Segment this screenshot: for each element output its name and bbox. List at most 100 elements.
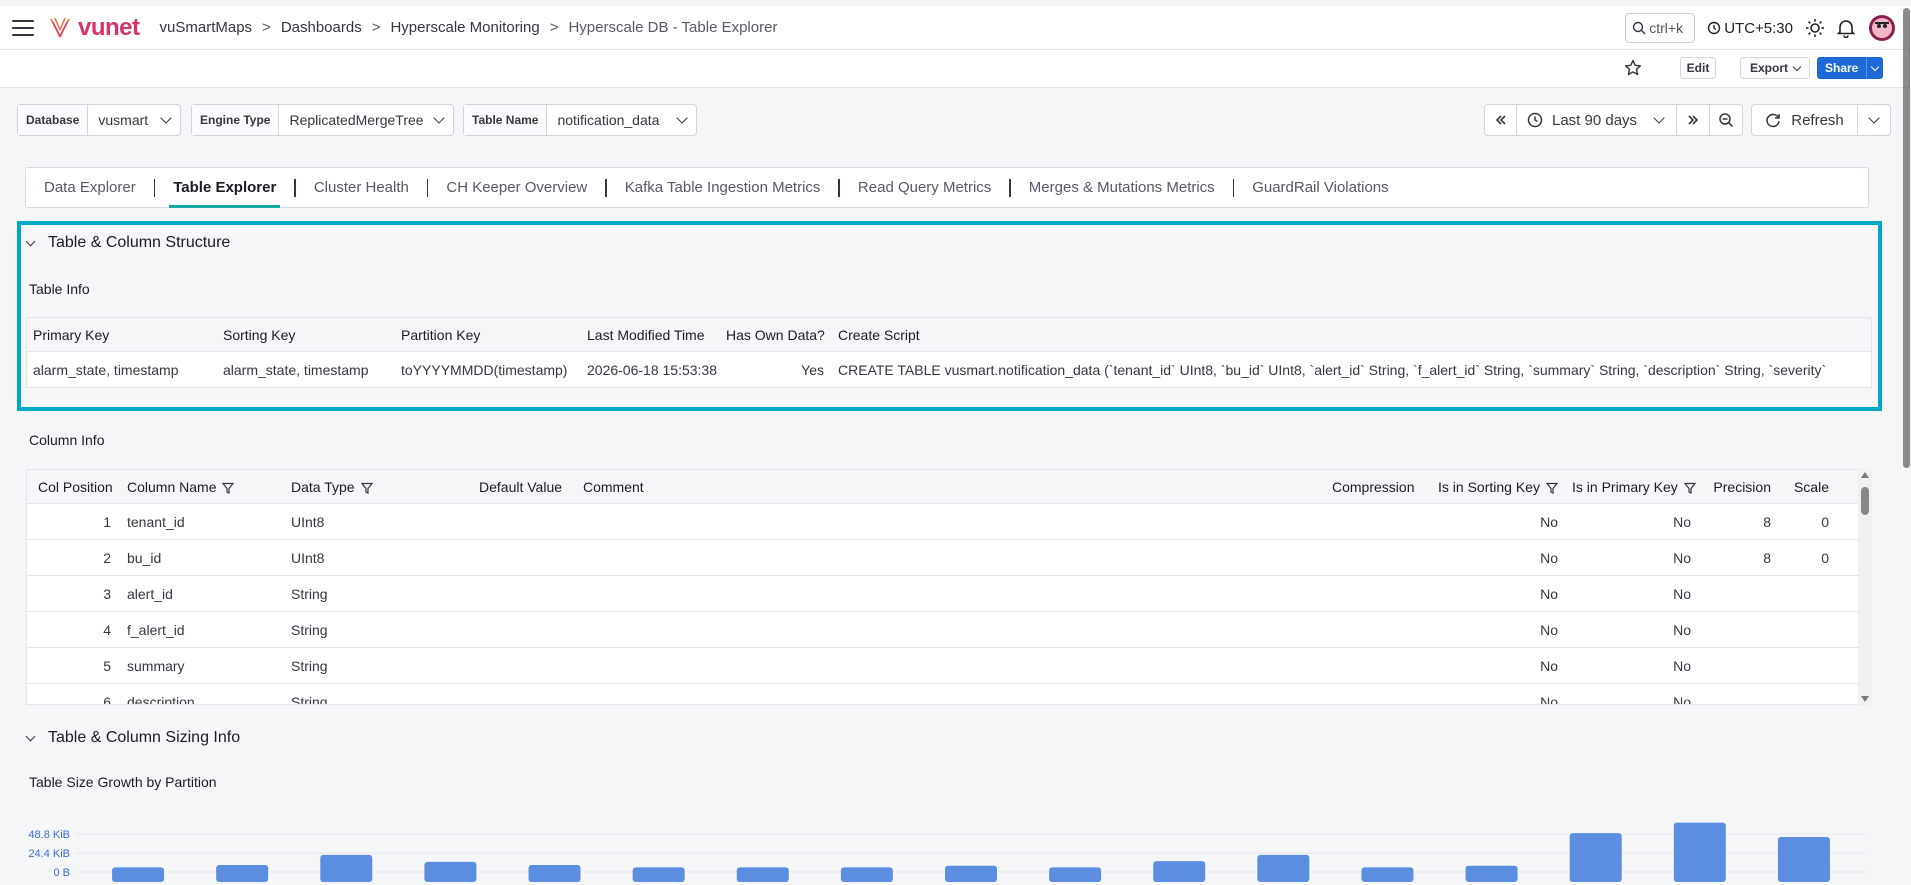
chart-bar[interactable] [1569, 833, 1622, 882]
table-cell: 0 [1821, 549, 1829, 566]
engine-type-filter[interactable]: Engine Type ReplicatedMergeTree [191, 104, 454, 136]
section-title: Table & Column Structure [48, 234, 231, 251]
table-cell: String [291, 621, 328, 638]
chart-bar[interactable] [1153, 861, 1206, 882]
chart-bar[interactable] [945, 865, 997, 882]
chart-bar[interactable] [216, 864, 269, 882]
table-cell: No [1673, 693, 1691, 705]
column-header[interactable]: Default Value [473, 479, 577, 495]
y-tick-label: 24.4 KiB [28, 848, 70, 860]
chart-bar[interactable] [1673, 822, 1726, 882]
column-header[interactable]: Scale [1779, 479, 1837, 495]
tab-ch-keeper-overview[interactable]: CH Keeper Overview [428, 168, 605, 207]
chart-bar[interactable] [736, 867, 789, 882]
column-header[interactable]: Comment [577, 479, 1326, 495]
page-scrollbar[interactable] [1901, 6, 1911, 882]
chart-bar[interactable] [528, 864, 581, 882]
column-info-table: Col Position Column Name Data Type Defau… [26, 469, 1872, 705]
share-button[interactable]: Share [1817, 57, 1884, 79]
chevron-down-icon [1868, 112, 1880, 124]
chart-bar[interactable] [424, 861, 477, 882]
bar-chart: 48.8 KiB 24.4 KiB 0 B [28, 822, 1866, 882]
chart-bar[interactable] [1777, 836, 1830, 882]
column-header[interactable]: Column Name [121, 479, 285, 495]
breadcrumb-item[interactable]: Hyperscale Monitoring [390, 19, 539, 36]
section-toggle-sizing[interactable]: Table & Column Sizing Info [25, 729, 240, 747]
table-cell: tenant_id [127, 513, 185, 530]
breadcrumb-item[interactable]: Dashboards [281, 19, 362, 36]
column-header[interactable]: Precision [1699, 479, 1779, 495]
page-scrollbar-thumb[interactable] [1903, 8, 1910, 468]
search-placeholder: ctrl+k [1649, 20, 1684, 36]
breadcrumb-item[interactable]: vuSmartMaps [160, 19, 253, 36]
chart-bar[interactable] [320, 854, 373, 882]
table-cell: UInt8 [291, 513, 325, 530]
column-table-scrollbar[interactable] [1858, 469, 1872, 705]
table-cell: 8 [1763, 549, 1771, 566]
filter-icon[interactable] [1545, 482, 1558, 494]
menu-icon[interactable] [12, 19, 34, 36]
table-row: 1 tenant_id UInt8 No No 8 0 [27, 504, 1871, 540]
scrollbar-thumb[interactable] [1861, 487, 1869, 515]
column-header[interactable]: Has Own Data? [720, 327, 832, 343]
breadcrumb-separator: > [262, 19, 271, 36]
column-header[interactable]: Is in Sorting Key [1432, 479, 1566, 495]
tab-read-query-metrics[interactable]: Read Query Metrics [840, 168, 1009, 207]
time-shift-forward-button[interactable] [1677, 105, 1710, 135]
notifications-button[interactable] [1837, 18, 1855, 38]
tab-merges-mutations-metrics[interactable]: Merges & Mutations Metrics [1011, 168, 1233, 207]
refresh-label: Refresh [1791, 111, 1844, 129]
chart-bar[interactable] [632, 867, 685, 882]
column-header[interactable]: Col Position [27, 479, 121, 495]
table-cell: 4 [103, 621, 111, 638]
table-name-filter[interactable]: Table Name notification_data [463, 104, 697, 136]
timezone-selector[interactable]: UTC+5:30 [1707, 20, 1793, 37]
chart-bar[interactable] [1361, 867, 1414, 882]
column-header[interactable]: Is in Primary Key [1566, 479, 1699, 495]
tab-data-explorer[interactable]: Data Explorer [26, 168, 154, 207]
time-shift-back-button[interactable] [1485, 105, 1517, 135]
scroll-up-arrow-icon[interactable] [1861, 472, 1869, 478]
theme-toggle-button[interactable] [1805, 18, 1825, 38]
chart-bar[interactable] [1465, 865, 1518, 882]
chart-bar[interactable] [112, 867, 165, 882]
table-cell: bu_id [127, 549, 162, 566]
filter-icon[interactable] [360, 482, 373, 494]
column-header[interactable]: Primary Key [27, 327, 217, 343]
share-dropdown-button[interactable] [1867, 57, 1883, 79]
tab-table-explorer[interactable]: Table Explorer [155, 168, 294, 208]
zoom-out-button[interactable] [1710, 105, 1742, 135]
column-header[interactable]: Create Script [832, 327, 1871, 343]
section-toggle-table-structure[interactable]: Table & Column Structure [25, 234, 231, 252]
filter-icon[interactable] [222, 482, 235, 494]
search-input[interactable]: ctrl+k [1625, 13, 1696, 43]
table-cell: 1 [103, 513, 111, 530]
refresh-interval-dropdown[interactable] [1858, 105, 1890, 135]
tab-guardrail-violations[interactable]: GuardRail Violations [1234, 168, 1406, 207]
logo[interactable]: vunet [48, 14, 140, 42]
column-header[interactable]: Compression [1326, 479, 1432, 495]
column-header[interactable]: Partition Key [395, 327, 581, 343]
scroll-down-arrow-icon[interactable] [1861, 696, 1869, 702]
tab-kafka-ingestion-metrics[interactable]: Kafka Table Ingestion Metrics [607, 168, 839, 207]
table-row: 5 summary String No No [27, 648, 1871, 684]
column-header[interactable]: Sorting Key [217, 327, 395, 343]
time-range-selector[interactable]: Last 90 days [1517, 105, 1677, 135]
favorite-button[interactable] [1624, 59, 1642, 80]
filter-icon[interactable] [1683, 482, 1696, 494]
chart-bar[interactable] [1257, 854, 1310, 882]
avatar[interactable] [1869, 15, 1895, 41]
refresh-button[interactable]: Refresh [1752, 105, 1858, 135]
breadcrumb-current: Hyperscale DB - Table Explorer [568, 19, 778, 36]
chart-bar[interactable] [1049, 867, 1102, 882]
database-filter[interactable]: Database vusmart [17, 104, 181, 136]
chart-bar[interactable] [840, 867, 893, 882]
tab-cluster-health[interactable]: Cluster Health [296, 168, 427, 207]
column-header[interactable]: Last Modified Time [581, 327, 720, 343]
column-header[interactable]: Data Type [285, 479, 473, 495]
table-row: 6 description String No No [27, 684, 1871, 705]
double-chevron-right-icon [1688, 115, 1699, 125]
edit-button[interactable]: Edit [1680, 57, 1716, 79]
export-button[interactable]: Export [1740, 57, 1810, 79]
table-cell: No [1673, 621, 1691, 638]
